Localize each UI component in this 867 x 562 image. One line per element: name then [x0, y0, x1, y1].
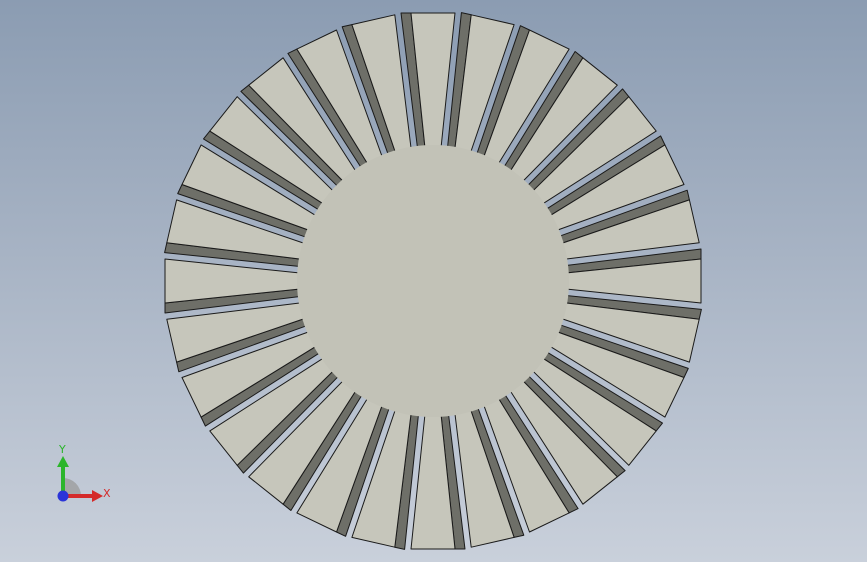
- x-axis-label: X: [103, 487, 111, 500]
- heatsink-base-face[interactable]: [297, 145, 569, 417]
- heatsink-model[interactable]: [0, 0, 867, 562]
- y-arrow-icon: [57, 456, 69, 467]
- 3d-viewport[interactable]: Y X: [0, 0, 867, 562]
- y-axis-label: Y: [58, 443, 66, 456]
- z-axis-icon: [57, 490, 69, 502]
- view-orientation-triad: Y X: [57, 443, 111, 502]
- x-arrow-icon: [92, 490, 103, 502]
